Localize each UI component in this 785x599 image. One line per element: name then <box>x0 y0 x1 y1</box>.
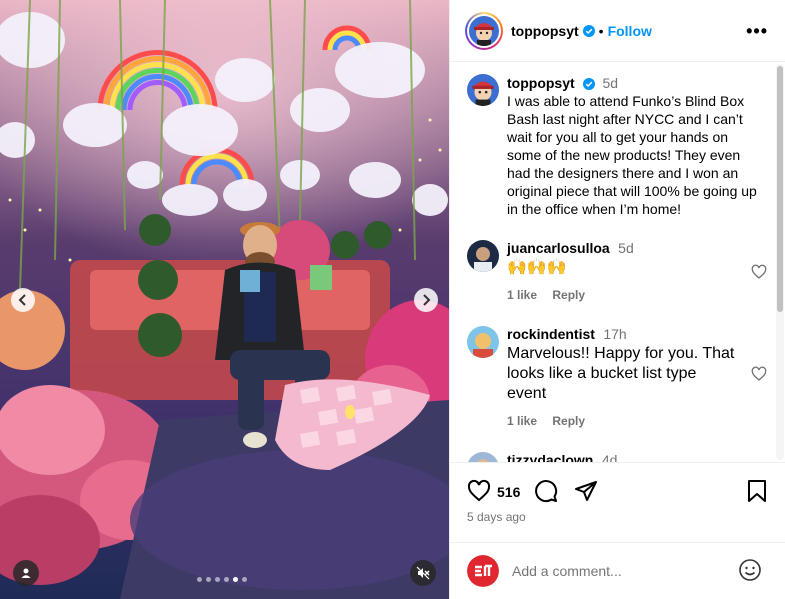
carousel-dot <box>215 577 220 582</box>
comment-item: juancarlosulloa 5d 🙌🙌🙌 1 like Reply <box>467 240 767 302</box>
comment-likes[interactable]: 1 like <box>507 414 537 428</box>
commenter-avatar[interactable] <box>467 326 499 358</box>
carousel-dot <box>233 577 238 582</box>
share-icon[interactable] <box>574 479 598 503</box>
post-side-panel: toppopsyt • Follow ••• toppopsyt 5d I wa… <box>449 0 785 599</box>
caption-username[interactable]: toppopsyt <box>507 75 575 91</box>
post-caption: toppopsyt 5d I was able to attend Funko’… <box>467 74 767 218</box>
comment-username[interactable]: rockindentist <box>507 326 595 342</box>
bookmark-icon[interactable] <box>746 479 768 503</box>
add-comment-input[interactable] <box>512 563 732 579</box>
post-actions: 516 5 days ago <box>450 462 785 542</box>
post-photo <box>0 0 449 599</box>
carousel-dot <box>197 577 202 582</box>
heart-icon[interactable] <box>751 366 767 382</box>
caption-author-avatar[interactable] <box>467 74 499 106</box>
comment-item: rockindentist 17h Marvelous!! Happy for … <box>467 326 767 428</box>
author-avatar-ring[interactable] <box>465 11 503 50</box>
heart-icon[interactable] <box>751 264 767 280</box>
chevron-right-icon <box>423 294 431 306</box>
comment-icon[interactable] <box>534 479 558 503</box>
carousel-dot <box>224 577 229 582</box>
carousel-indicator <box>197 577 247 582</box>
post-header: toppopsyt • Follow ••• <box>450 0 785 62</box>
tagged-users-button[interactable] <box>13 560 39 586</box>
follow-button[interactable]: Follow <box>608 23 652 39</box>
commenter-avatar[interactable] <box>467 452 499 462</box>
carousel-dot <box>206 577 211 582</box>
commenter-avatar[interactable] <box>467 240 499 272</box>
muted-speaker-icon <box>416 566 430 580</box>
user-tag-icon <box>21 568 31 578</box>
comments-section[interactable]: toppopsyt 5d I was able to attend Funko’… <box>450 62 785 462</box>
chevron-left-icon <box>18 294 26 306</box>
carousel-dot <box>242 577 247 582</box>
reply-button[interactable]: Reply <box>552 414 585 428</box>
comment-text: 🙌🙌🙌 <box>507 259 567 276</box>
comment-time: 17h <box>603 326 627 342</box>
comment-time: 5d <box>618 240 634 256</box>
author-avatar <box>469 15 499 46</box>
current-user-avatar <box>467 555 499 587</box>
reply-button[interactable]: Reply <box>552 288 585 302</box>
comment-item: tizzydaclown 4d <box>467 452 767 462</box>
add-comment-bar <box>450 542 785 599</box>
post-date: 5 days ago <box>467 510 526 524</box>
comment-time: 4d <box>601 452 618 462</box>
verified-badge-icon <box>582 78 595 90</box>
caption-text: I was able to attend Funko’s Blind Box B… <box>507 93 757 217</box>
mute-toggle-button[interactable] <box>410 560 436 586</box>
author-username[interactable]: toppopsyt <box>511 23 579 39</box>
carousel-next-button[interactable] <box>414 288 438 312</box>
emoji-icon[interactable] <box>738 558 762 582</box>
carousel-prev-button[interactable] <box>11 288 35 312</box>
caption-time: 5d <box>602 75 619 91</box>
header-separator: • <box>598 22 604 39</box>
comment-likes[interactable]: 1 like <box>507 288 537 302</box>
comment-text: Marvelous!! Happy for you. That looks li… <box>507 345 735 402</box>
scrollbar-thumb[interactable] <box>777 66 783 312</box>
verified-badge-icon <box>582 24 595 37</box>
like-count[interactable]: 516 <box>497 484 520 500</box>
comment-username[interactable]: tizzydaclown <box>507 452 593 462</box>
heart-icon[interactable] <box>467 479 491 503</box>
post-media[interactable] <box>0 0 449 599</box>
comment-username[interactable]: juancarlosulloa <box>507 240 610 256</box>
more-options-icon[interactable]: ••• <box>746 22 768 40</box>
